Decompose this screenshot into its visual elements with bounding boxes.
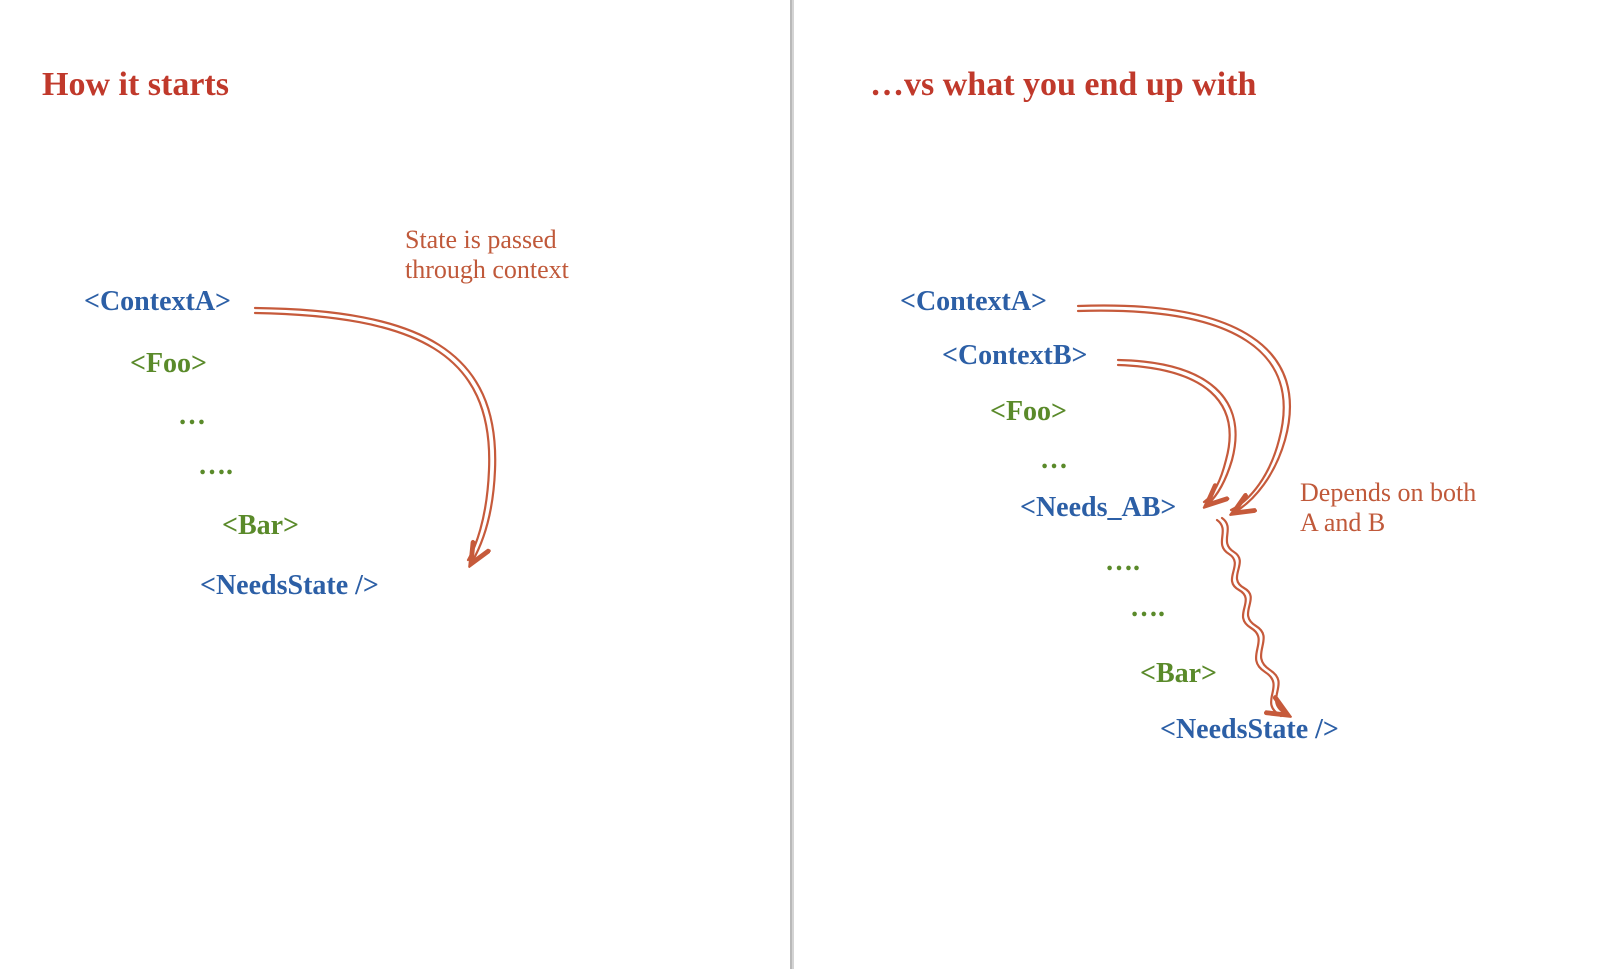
right-arrow-squiggle bbox=[1217, 518, 1286, 716]
right-annotation: Depends on bothA and B bbox=[1300, 478, 1476, 538]
right-node-bar: <Bar> bbox=[1140, 658, 1217, 690]
right-node-needsstate: <NeedsState /> bbox=[1160, 714, 1339, 746]
vertical-divider bbox=[790, 0, 794, 969]
right-title: …vs what you end up with bbox=[870, 66, 1256, 104]
right-node-dots-2: …. bbox=[1105, 546, 1140, 578]
right-node-dots-3: …. bbox=[1130, 592, 1165, 624]
right-node-contextb: <ContextB> bbox=[942, 340, 1087, 372]
left-node-foo: <Foo> bbox=[130, 348, 207, 380]
right-node-dots-1: … bbox=[1040, 444, 1068, 476]
right-node-needs-ab: <Needs_AB> bbox=[1020, 492, 1176, 524]
left-annotation: State is passedthrough context bbox=[405, 225, 569, 285]
left-node-dots-2: …. bbox=[198, 450, 233, 482]
diagram-canvas: How it starts State is passedthrough con… bbox=[0, 0, 1600, 969]
right-arrow-contexta bbox=[1078, 306, 1290, 512]
left-node-needsstate: <NeedsState /> bbox=[200, 570, 379, 602]
right-arrow-contextb bbox=[1118, 360, 1236, 504]
left-node-dots-1: … bbox=[178, 400, 206, 432]
right-node-contexta: <ContextA> bbox=[900, 286, 1047, 318]
left-title: How it starts bbox=[42, 66, 229, 104]
left-node-contexta: <ContextA> bbox=[84, 286, 231, 318]
right-node-foo: <Foo> bbox=[990, 396, 1067, 428]
left-node-bar: <Bar> bbox=[222, 510, 299, 542]
